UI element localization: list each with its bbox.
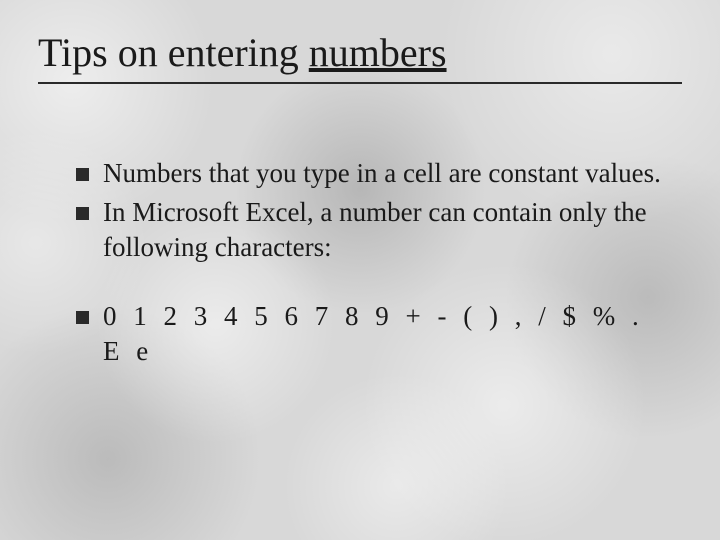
char-list-line2: E e (103, 336, 150, 366)
title-prefix: Tips on entering (38, 30, 309, 75)
bullet-text: Numbers that you type in a cell are cons… (103, 156, 670, 191)
bullet-text: In Microsoft Excel, a number can contain… (103, 195, 670, 265)
square-bullet-icon (76, 168, 89, 181)
title-rule (38, 82, 682, 84)
square-bullet-icon (76, 311, 89, 324)
slide-content: Numbers that you type in a cell are cons… (38, 156, 682, 369)
bullet-item: 0 1 2 3 4 5 6 7 8 9 + - ( ) , / $ % . E … (76, 299, 670, 369)
char-list-line1: 0 1 2 3 4 5 6 7 8 9 + - ( ) , / $ % . (103, 301, 641, 331)
bullet-item: In Microsoft Excel, a number can contain… (76, 195, 670, 265)
bullet-text: 0 1 2 3 4 5 6 7 8 9 + - ( ) , / $ % . E … (103, 299, 670, 369)
bullet-item: Numbers that you type in a cell are cons… (76, 156, 670, 191)
title-underlined: numbers (309, 30, 447, 75)
square-bullet-icon (76, 207, 89, 220)
slide-title: Tips on entering numbers (38, 30, 682, 76)
